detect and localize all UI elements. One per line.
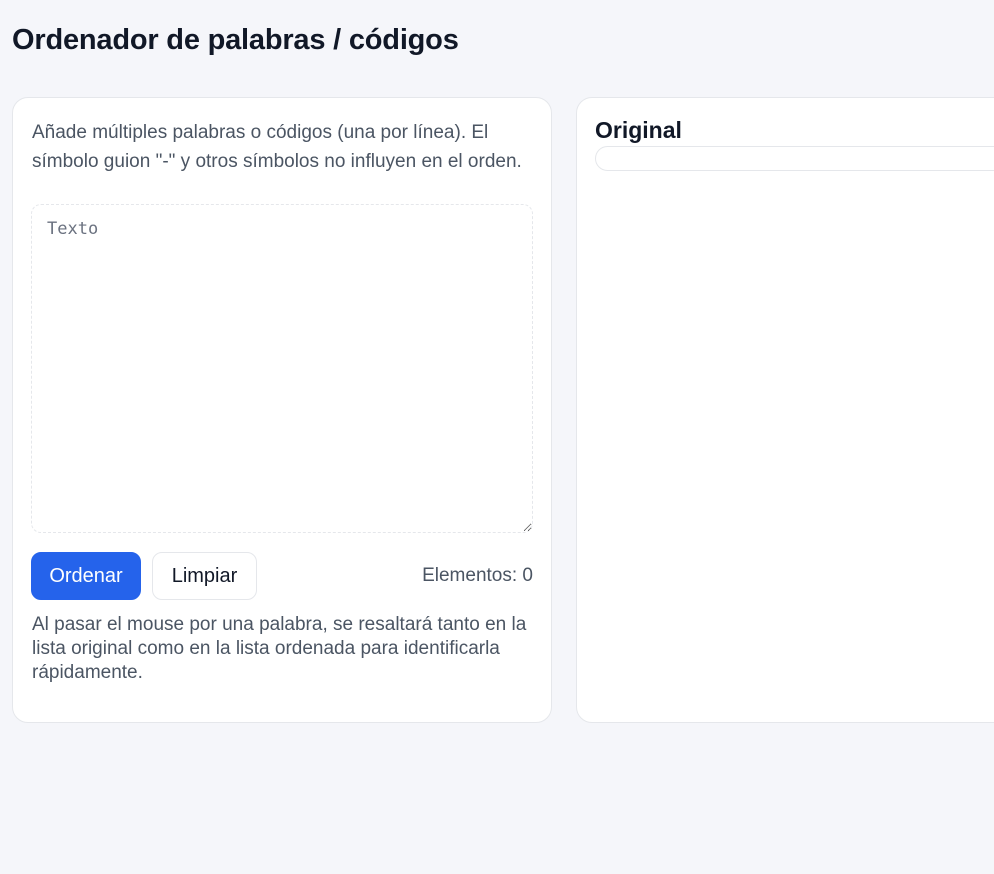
original-panel: Original <box>576 97 994 723</box>
input-panel: Añade múltiples palabras o códigos (una … <box>12 97 552 723</box>
elements-count: Elementos: 0 <box>422 565 533 586</box>
page-title: Ordenador de palabras / códigos <box>12 24 459 56</box>
instructions-text: Añade múltiples palabras o códigos (una … <box>32 122 522 172</box>
original-list <box>595 146 994 171</box>
sort-button[interactable]: Ordenar <box>31 552 141 600</box>
words-textarea[interactable] <box>31 204 533 533</box>
hover-hint-text: Al pasar el mouse por una palabra, se re… <box>32 614 527 683</box>
clear-button[interactable]: Limpiar <box>152 552 257 600</box>
original-panel-title: Original <box>595 117 682 143</box>
